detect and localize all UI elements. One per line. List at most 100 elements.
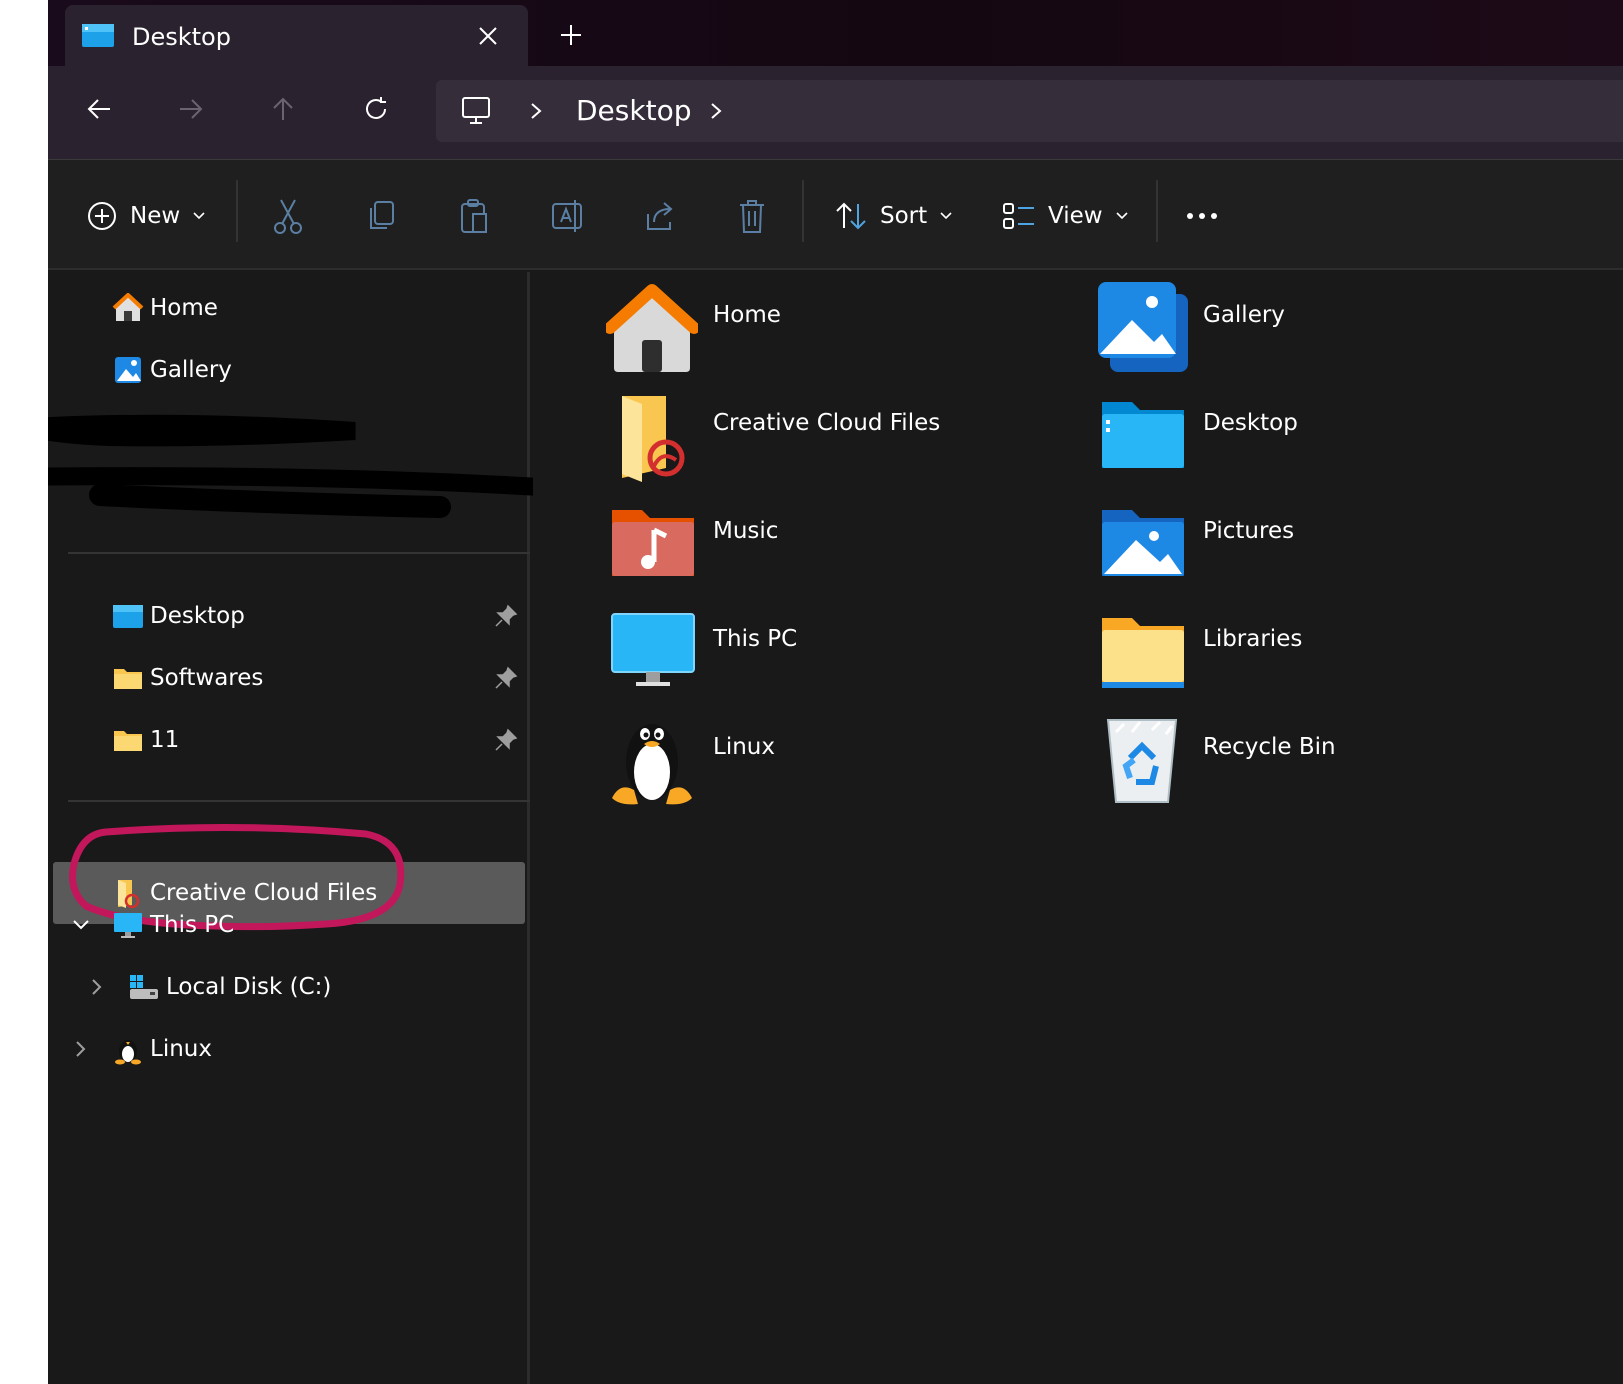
item-label: This PC	[713, 626, 798, 652]
tab-desktop[interactable]: Desktop	[65, 5, 528, 69]
monitor-icon	[611, 613, 695, 686]
address-bar[interactable]: Desktop	[436, 80, 1623, 142]
new-tab-icon[interactable]	[558, 22, 584, 48]
file-list: Home Gallery Creative Cloud Files Deskto…	[533, 272, 1623, 1384]
drive-icon	[130, 975, 158, 999]
toolbar-divider	[236, 180, 238, 242]
sidebar-item-label: 11	[150, 727, 180, 753]
pin-icon[interactable]	[494, 604, 518, 628]
pin-icon[interactable]	[494, 728, 518, 752]
navigation-bar: Desktop	[48, 66, 1623, 160]
item-home[interactable]: Home	[606, 280, 1086, 380]
chevron-right-icon[interactable]	[72, 1040, 90, 1058]
paste-icon[interactable]	[458, 196, 490, 236]
delete-icon[interactable]	[736, 196, 768, 236]
sort-button[interactable]: Sort	[834, 196, 953, 236]
item-label: Creative Cloud Files	[713, 410, 941, 436]
item-label: Recycle Bin	[1203, 734, 1336, 760]
chevron-right-icon[interactable]	[526, 100, 546, 122]
chevron-down-icon	[1116, 212, 1128, 220]
sidebar-item-softwares[interactable]: Softwares	[112, 648, 522, 708]
sidebar-item-label: Gallery	[150, 357, 232, 383]
view-icon	[1003, 203, 1034, 229]
item-label: Desktop	[1203, 410, 1298, 436]
sidebar-item-home[interactable]: Home	[112, 278, 218, 338]
home-icon	[606, 284, 698, 372]
gallery-icon	[115, 357, 141, 383]
sidebar-item-label: Desktop	[150, 603, 245, 629]
sidebar-item-this-pc[interactable]: This PC	[112, 895, 234, 955]
desktop-folder-icon	[82, 24, 114, 47]
view-button[interactable]: View	[1002, 196, 1129, 236]
chevron-down-icon[interactable]	[72, 916, 90, 934]
item-creative-cloud-files[interactable]: Creative Cloud Files	[606, 388, 1086, 488]
chevron-down-icon	[193, 212, 205, 220]
sidebar-item-label: Linux	[150, 1036, 212, 1062]
back-arrow-icon[interactable]	[84, 94, 114, 124]
pictures-folder-icon	[1102, 510, 1184, 576]
sidebar-item-label: Softwares	[150, 665, 264, 691]
copy-icon[interactable]	[366, 196, 398, 236]
sidebar-item-local-disk-c[interactable]: Local Disk (C:)	[128, 957, 331, 1017]
more-icon[interactable]	[1184, 196, 1220, 236]
folder-icon	[114, 669, 142, 689]
title-bar: Desktop	[48, 0, 1623, 69]
pin-icon[interactable]	[494, 666, 518, 690]
breadcrumb-desktop[interactable]: Desktop	[576, 94, 691, 127]
creative-cloud-folder-icon	[622, 396, 685, 482]
item-desktop[interactable]: Desktop	[1096, 388, 1576, 488]
rename-icon[interactable]	[550, 196, 584, 236]
item-label: Libraries	[1203, 626, 1303, 652]
desktop-folder-icon	[113, 605, 143, 628]
linux-penguin-icon	[612, 724, 692, 805]
toolbar-divider	[1156, 180, 1158, 242]
sidebar-item-gallery[interactable]: Gallery	[112, 340, 232, 400]
command-bar: New Sort View	[48, 160, 1623, 270]
sidebar-item-label: Home	[150, 295, 218, 321]
sidebar-item-11[interactable]: 11	[112, 710, 522, 770]
share-icon[interactable]	[644, 196, 676, 236]
new-button[interactable]: New	[86, 196, 206, 236]
item-gallery[interactable]: Gallery	[1096, 280, 1576, 380]
item-libraries[interactable]: Libraries	[1096, 604, 1576, 704]
recycle-bin-icon	[1106, 719, 1178, 803]
sidebar-item-linux[interactable]: Linux	[112, 1019, 212, 1079]
navigation-pane: Home Gallery Desktop Softwares 11 Creati…	[48, 272, 677, 1384]
item-label: Gallery	[1203, 302, 1285, 328]
this-pc-icon[interactable]	[460, 95, 492, 127]
item-recycle-bin[interactable]: Recycle Bin	[1096, 712, 1576, 812]
home-icon	[112, 293, 144, 321]
libraries-folder-icon	[1102, 618, 1184, 688]
file-explorer-window: Desktop Desktop New Sort View Home Galle…	[48, 0, 1623, 1384]
item-pictures[interactable]: Pictures	[1096, 496, 1576, 596]
sidebar-item-desktop[interactable]: Desktop	[112, 586, 522, 646]
sort-icon	[836, 202, 866, 230]
tab-title: Desktop	[132, 23, 231, 51]
chevron-right-icon[interactable]	[88, 978, 106, 996]
chevron-right-icon[interactable]	[706, 100, 726, 122]
linux-penguin-icon	[115, 1040, 141, 1065]
up-arrow-icon[interactable]	[268, 94, 298, 124]
close-icon[interactable]	[475, 23, 501, 49]
new-label: New	[130, 203, 181, 229]
item-label: Linux	[713, 734, 775, 760]
refresh-icon[interactable]	[361, 94, 391, 124]
item-linux[interactable]: Linux	[606, 712, 1086, 812]
music-folder-icon	[612, 510, 694, 576]
item-label: Home	[713, 302, 781, 328]
item-label: Pictures	[1203, 518, 1295, 544]
chevron-down-icon	[940, 212, 952, 220]
view-label: View	[1048, 203, 1103, 229]
sidebar-divider	[68, 552, 530, 554]
item-this-pc[interactable]: This PC	[606, 604, 1086, 704]
sidebar-item-label: This PC	[150, 912, 235, 938]
forward-arrow-icon[interactable]	[176, 94, 206, 124]
sidebar-item-label: Local Disk (C:)	[166, 974, 332, 1000]
monitor-icon	[114, 913, 142, 938]
desktop-folder-icon	[1102, 402, 1184, 468]
sort-label: Sort	[880, 203, 928, 229]
plus-circle-icon	[88, 202, 116, 230]
item-music[interactable]: Music	[606, 496, 1086, 596]
cut-icon[interactable]	[272, 196, 304, 236]
folder-icon	[114, 731, 142, 751]
